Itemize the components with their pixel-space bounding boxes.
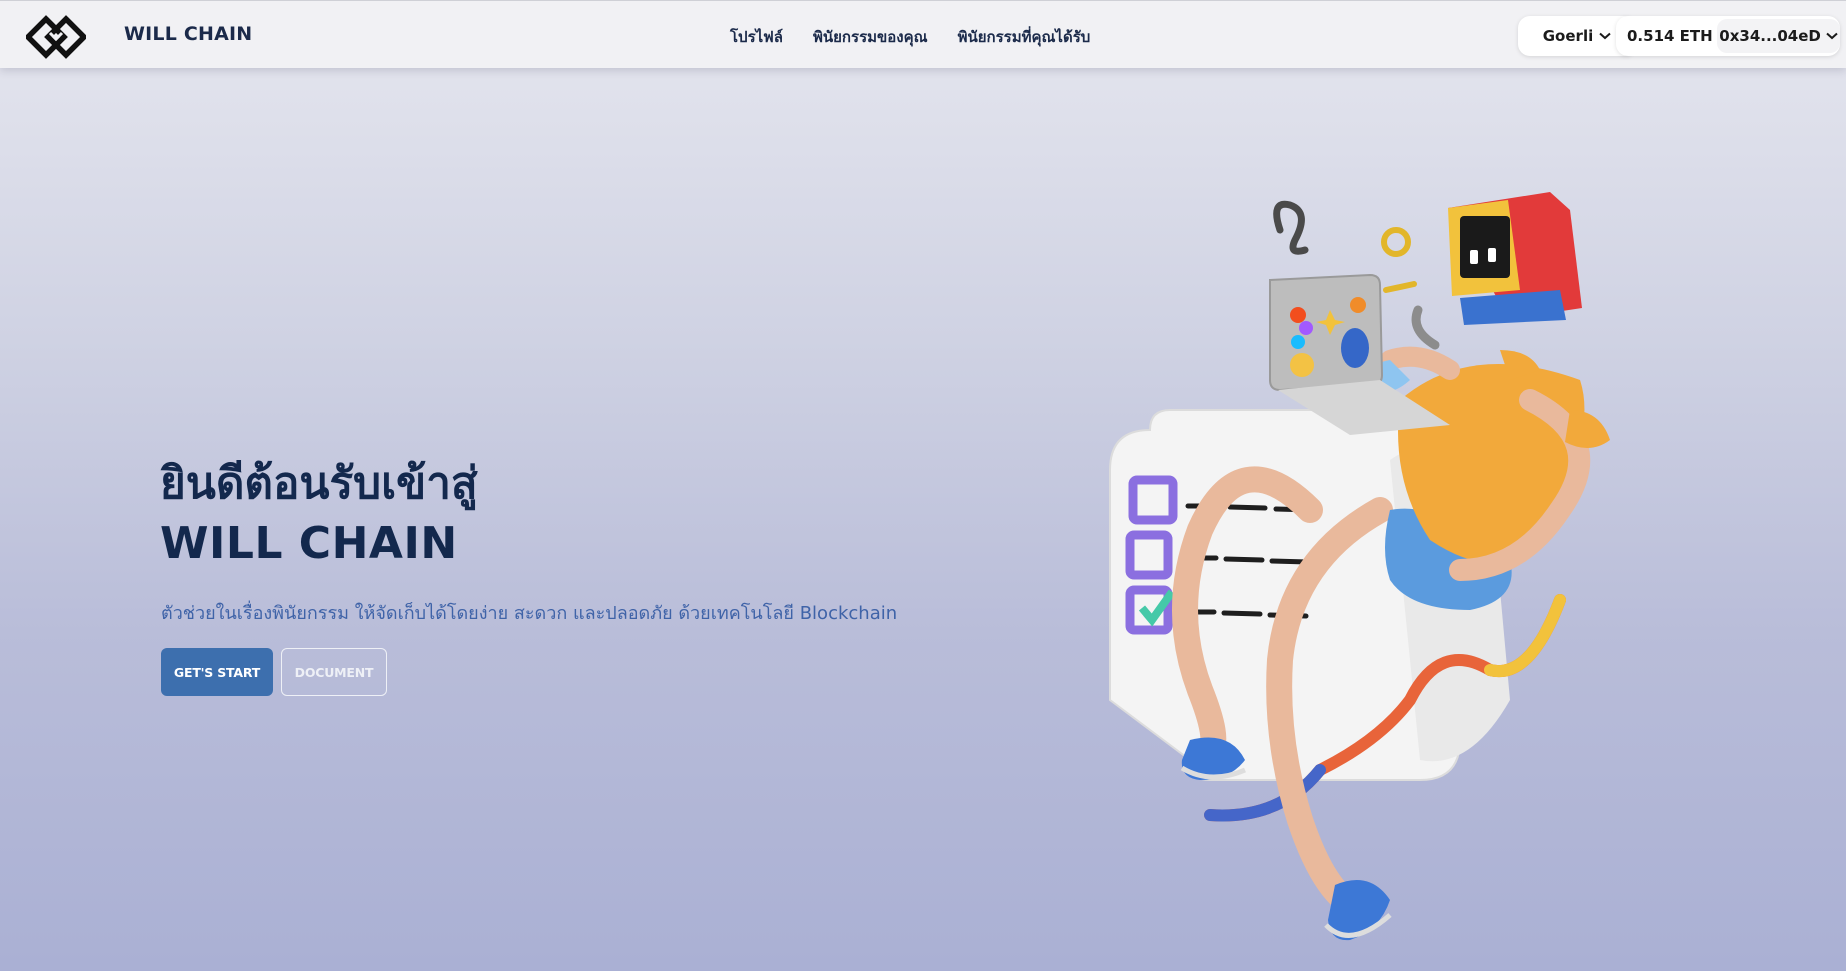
logo-icon[interactable] [26,15,86,59]
hero-title-line1: ยินดีต้อนรับเข้าสู่ [160,458,478,509]
wallet-address-button[interactable]: 0x34...04eD [1717,19,1840,53]
hero-subtitle: ตัวช่วยในเรื่องพินัยกรรม ให้จัดเก็บได้โด… [161,603,898,624]
network-label: Goerli [1542,27,1594,45]
chevron-down-icon [1826,32,1838,40]
nav-your-wills[interactable]: พินัยกรรมของคุณ [813,25,928,49]
chevron-down-icon [1599,32,1611,40]
account-box: 0.514 ETH 0x34...04eD [1616,16,1840,56]
character-illustration [1109,192,1610,941]
main-nav: โปรไฟล์ พินัยกรรมของคุณ พินัยกรรมที่คุณไ… [730,25,1090,49]
wallet-address: 0x34...04eD [1719,27,1821,45]
document-button[interactable]: DOCUMENT [281,648,387,696]
brand-name[interactable]: WILL CHAIN [124,23,252,45]
nav-profile[interactable]: โปรไฟล์ [730,25,783,49]
nav-received-wills[interactable]: พินัยกรรมที่คุณได้รับ [958,25,1091,49]
top-navbar: WILL CHAIN โปรไฟล์ พินัยกรรมของคุณ พินัย… [0,0,1846,68]
get-start-button[interactable]: GET'S START [161,648,273,696]
hero-title: ยินดีต้อนรับเข้าสู่ WILL CHAIN [160,454,478,574]
hero-title-line2: WILL CHAIN [160,518,458,569]
eth-balance: 0.514 ETH [1627,27,1713,45]
